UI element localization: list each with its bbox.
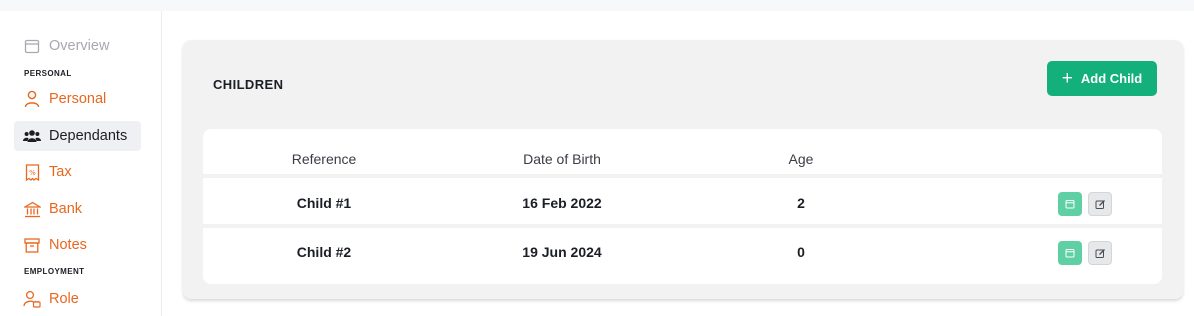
children-table: Reference Date of Birth Age Child #1 16 … [203, 129, 1162, 284]
sidebar-item-label: Notes [49, 237, 87, 253]
children-card: CHILDREN + Add Child Reference Date of B… [183, 40, 1183, 299]
section-label-employment: EMPLOYMENT [24, 267, 85, 276]
plus-icon: + [1061, 68, 1073, 89]
archive-icon [23, 236, 41, 254]
sidebar-item-notes[interactable]: Notes [14, 230, 141, 260]
receipt-icon: % [23, 163, 41, 181]
edit-icon [1095, 248, 1105, 258]
sidebar-item-bank[interactable]: Bank [14, 194, 141, 224]
edit-icon [1095, 199, 1105, 209]
top-bar [0, 0, 1194, 11]
view-button[interactable] [1058, 241, 1082, 265]
edit-button[interactable] [1088, 192, 1112, 216]
sidebar-item-label: Overview [49, 38, 110, 54]
sidebar-item-label: Tax [49, 164, 72, 180]
cell-reference: Child #2 [296, 244, 352, 260]
sidebar-item-overview[interactable]: Overview [14, 31, 141, 61]
table-header: Reference Date of Birth Age [203, 129, 1162, 178]
sidebar-item-tax[interactable]: % Tax [14, 157, 141, 187]
user-briefcase-icon [23, 290, 41, 308]
cell-age: 2 [797, 195, 805, 211]
sidebar-item-dependants[interactable]: Dependants [14, 121, 141, 151]
bank-icon [23, 200, 41, 218]
add-child-label: Add Child [1080, 71, 1143, 86]
card-title: CHILDREN [213, 77, 284, 92]
calendar-icon [23, 37, 41, 55]
cell-age: 0 [797, 244, 805, 260]
table-row[interactable]: Child #2 19 Jun 2024 0 [203, 230, 1162, 277]
cell-dob: 16 Feb 2022 [522, 195, 602, 211]
svg-text:%: % [29, 169, 36, 177]
sidebar-item-personal[interactable]: Personal [14, 84, 141, 114]
cell-dob: 19 Jun 2024 [522, 244, 602, 260]
people-icon [23, 127, 41, 145]
sidebar-item-label: Role [49, 291, 79, 307]
edit-button[interactable] [1088, 241, 1112, 265]
cell-reference: Child #1 [296, 195, 352, 211]
sidebar-item-role[interactable]: Role [14, 284, 141, 314]
section-label-personal: PERSONAL [24, 69, 72, 78]
sidebar-item-label: Personal [49, 91, 107, 107]
column-header-reference: Reference [291, 151, 357, 167]
column-header-dob: Date of Birth [523, 151, 601, 167]
add-child-button[interactable]: + Add Child [1047, 61, 1157, 96]
table-row[interactable]: Child #1 16 Feb 2022 2 [203, 181, 1162, 228]
calendar-icon [1065, 200, 1075, 209]
person-icon [23, 90, 41, 108]
sidebar-item-label: Dependants [49, 128, 128, 144]
calendar-icon [1065, 249, 1075, 258]
column-header-age: Age [788, 151, 814, 167]
sidebar: Overview PERSONAL Personal Dependants % … [0, 11, 162, 316]
sidebar-item-label: Bank [49, 201, 83, 217]
view-button[interactable] [1058, 192, 1082, 216]
